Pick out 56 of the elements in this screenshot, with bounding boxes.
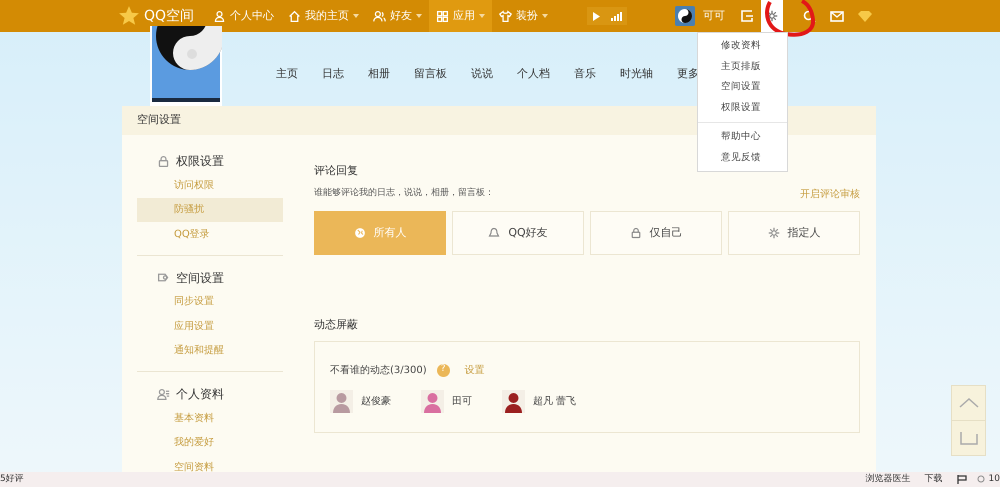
audience-option[interactable]: QQ好友 <box>452 211 584 255</box>
section-title: 动态屏蔽 <box>314 317 359 333</box>
person-name: 赵俊豪 <box>361 394 391 409</box>
menu-item[interactable]: 空间设置 <box>698 77 787 98</box>
profile-tab[interactable]: 个人档 <box>517 66 550 82</box>
menu-item[interactable]: 帮助中心 <box>698 127 787 148</box>
status-item[interactable]: 下载 <box>924 472 943 486</box>
music-player-button[interactable] <box>587 7 627 25</box>
profile-tab[interactable]: 留言板 <box>414 66 447 82</box>
friends-icon <box>373 10 386 22</box>
play-icon <box>592 12 600 20</box>
globe-icon <box>354 227 366 239</box>
sidebar-group-title: 空间设置 <box>176 270 224 286</box>
profile-tab[interactable]: 音乐 <box>574 66 596 82</box>
bars-icon <box>610 12 622 20</box>
profile-tab[interactable]: 主页 <box>276 66 298 82</box>
profile-tab[interactable]: 时光轴 <box>620 66 653 82</box>
profile-tab[interactable]: 相册 <box>368 66 390 82</box>
diamond-icon[interactable] <box>858 10 872 22</box>
gear-icon <box>766 10 778 22</box>
status-text: 5好评 <box>0 472 24 486</box>
section-title: 评论回复 <box>314 163 359 179</box>
person-name: 超凡 蕾飞 <box>533 394 576 409</box>
home-icon <box>288 10 302 22</box>
audience-option[interactable]: 仅自己 <box>590 211 722 255</box>
block-count-label: 不看谁的动态(3/300) <box>330 364 427 378</box>
sidebar-group-title: 权限设置 <box>176 153 224 170</box>
avatar-icon[interactable] <box>675 6 695 26</box>
menu-item[interactable]: 意见反馈 <box>698 148 787 168</box>
chevron-up-icon <box>958 398 978 408</box>
audience-option[interactable]: 指定人 <box>728 211 860 255</box>
profile-tab[interactable]: 说说 <box>471 66 493 82</box>
profile-icon <box>157 388 170 400</box>
zoom-level[interactable]: 10 <box>988 472 1000 486</box>
menu-item[interactable]: 权限设置 <box>698 98 787 118</box>
gear-icon <box>768 227 780 239</box>
exit-icon[interactable] <box>741 10 753 22</box>
sidebar-group-title: 个人资料 <box>176 386 224 403</box>
profile-tab[interactable]: 更多 <box>677 66 699 82</box>
question-text: 谁能够评论我的日志，说说，相册，留言板： <box>314 187 494 200</box>
lock-icon <box>157 154 170 168</box>
tag-icon <box>157 271 170 284</box>
menu-item[interactable]: 主页排版 <box>698 56 787 77</box>
search-icon[interactable] <box>976 475 986 484</box>
shirt-icon <box>499 10 512 22</box>
status-item[interactable]: 浏览器医生 <box>866 472 911 486</box>
person-name: 田可 <box>452 395 472 409</box>
profile-tab[interactable]: 日志 <box>322 66 344 82</box>
menu-item[interactable]: 修改资料 <box>698 36 787 56</box>
star-logo-icon <box>118 5 140 27</box>
panel-title: 空间设置 <box>137 112 181 128</box>
flag-icon[interactable] <box>956 475 967 484</box>
person-icon <box>213 10 226 22</box>
grid-icon <box>436 10 450 22</box>
lock-icon <box>630 227 642 239</box>
mail-icon[interactable] <box>830 10 844 22</box>
